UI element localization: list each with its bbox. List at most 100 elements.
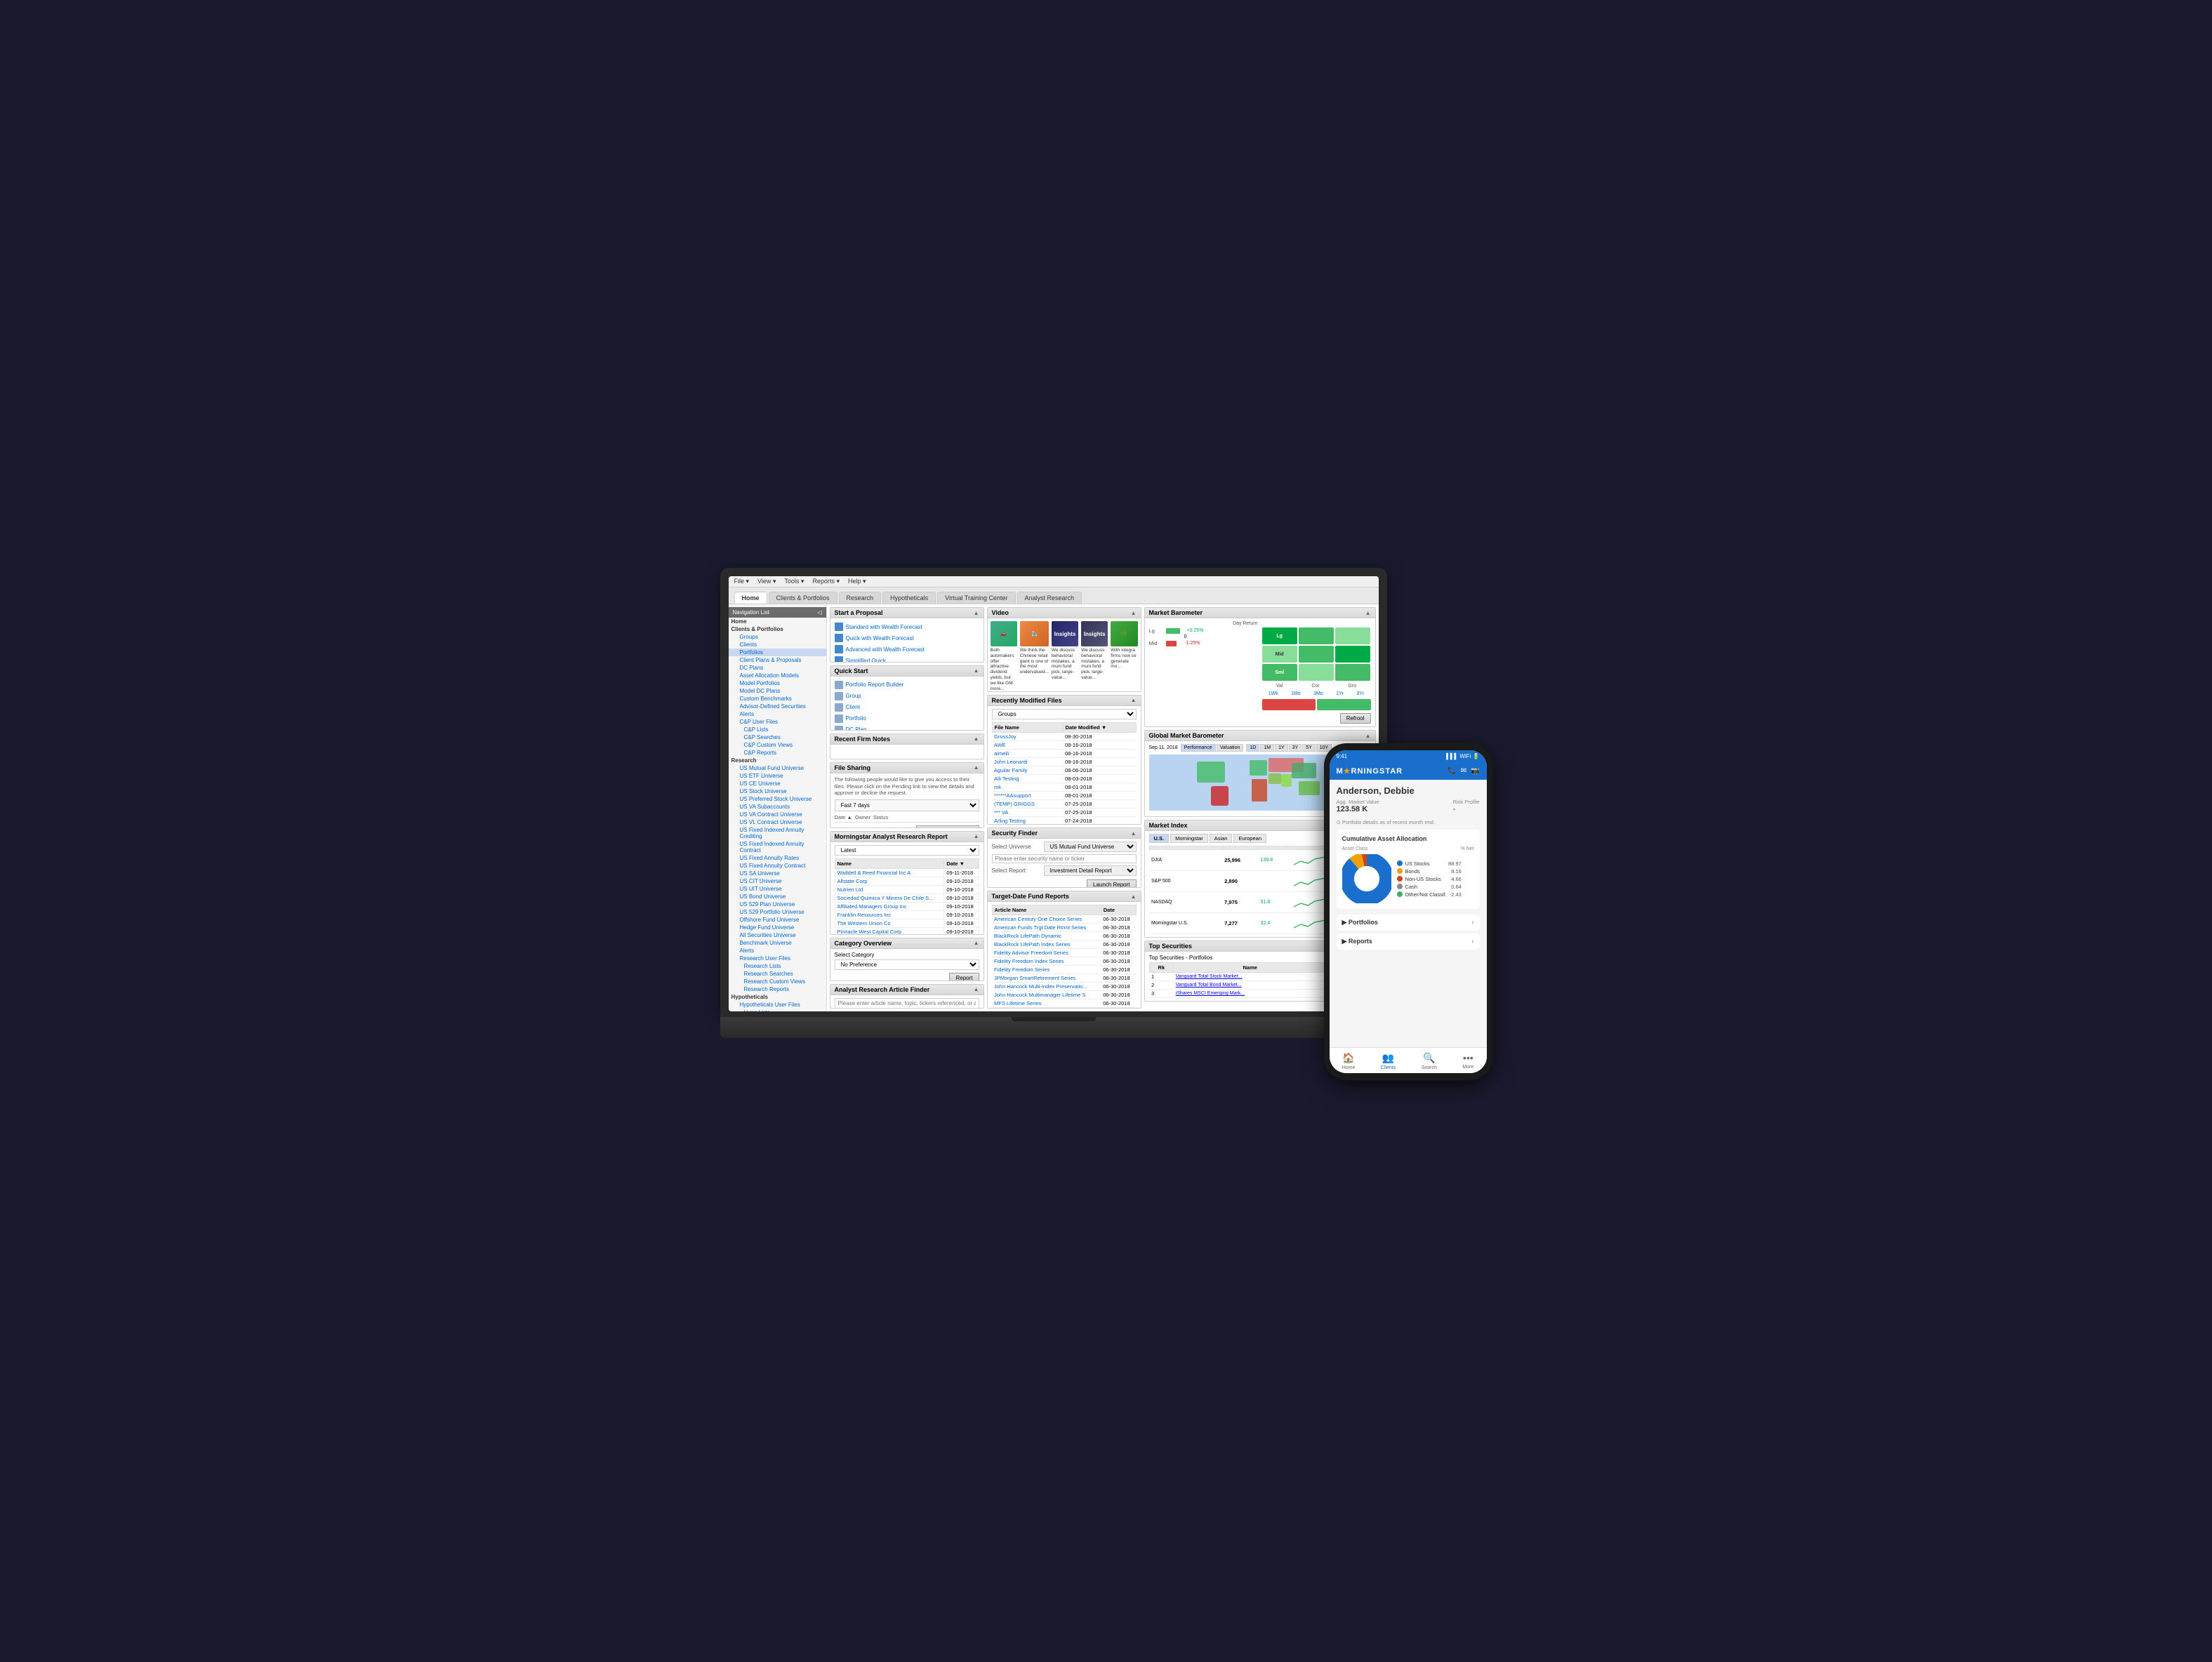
phone-nav-clients[interactable]: 👥 Clients <box>1381 1052 1396 1070</box>
sidebar-item-cnp[interactable]: Clients & Portfolios <box>729 625 826 633</box>
tdf-article-name[interactable]: Fidelity Freedom Series <box>992 966 1101 974</box>
quick-start-collapse[interactable]: ▲ <box>974 667 979 674</box>
sidebar-item-fixed-rates[interactable]: US Fixed Annuity Rates <box>729 854 826 862</box>
tdf-article-name[interactable]: Manning & Napier Target Series <box>992 1008 1101 1009</box>
analyst-name[interactable]: Sociedad Quimica Y Minera De Chile S... <box>835 893 944 902</box>
menu-reports[interactable]: Reports ▾ <box>812 578 840 585</box>
sidebar-item-uit[interactable]: US UIT Universe <box>729 885 826 893</box>
file-name[interactable]: GrossJoy <box>992 732 1063 740</box>
sidebar-item-stock-universe[interactable]: US Stock Universe <box>729 787 826 795</box>
analyst-report-collapse[interactable]: ▲ <box>974 833 979 839</box>
tdf-article-name[interactable]: MFS Lifetime Series <box>992 999 1101 1008</box>
gmb-time-3y[interactable]: 3Y <box>1289 744 1302 752</box>
sidebar-item-clients[interactable]: Clients <box>729 641 826 649</box>
sidebar-item-vl-contract[interactable]: US VL Contract Universe <box>729 818 826 826</box>
sidebar-item-cnp-user-files[interactable]: C&P User Files <box>729 718 826 726</box>
sidebar-item-sa-universe[interactable]: US SA Universe <box>729 870 826 877</box>
baro-1wk[interactable]: 1Wk <box>1269 691 1278 696</box>
sf-universe-select[interactable]: US Mutual Fund Universe <box>1044 842 1137 852</box>
baro-1mo[interactable]: 1Mo <box>1291 691 1301 696</box>
analyst-filter-select[interactable]: Latest <box>835 845 979 856</box>
gmb-tab-performance[interactable]: Performance <box>1181 744 1216 752</box>
file-name[interactable]: John Leonardi <box>992 757 1063 766</box>
ts-name[interactable]: Vanguard Total Bond Market... <box>1174 981 1327 990</box>
ts-name[interactable]: Vanguard Total Stock Market... <box>1174 973 1327 981</box>
video-more-1[interactable]: More ... <box>991 691 1017 692</box>
analyst-name[interactable]: The Western Union Co <box>835 919 944 927</box>
sidebar-item-custom-bench[interactable]: Custom Benchmarks <box>729 695 826 703</box>
baro-1yr[interactable]: 1Yr <box>1336 691 1344 696</box>
qs-dc-plan[interactable]: DC Plan <box>835 724 979 731</box>
sidebar-item-bond[interactable]: US Bond Universe <box>729 893 826 900</box>
analyst-name[interactable]: Allstate Corp <box>835 877 944 885</box>
qs-client[interactable]: Client <box>835 702 979 713</box>
tdf-article-name[interactable]: American Funds Trgt Date Rtrmt Series <box>992 924 1101 932</box>
file-sharing-collapse[interactable]: ▲ <box>974 764 979 771</box>
global-barometer-collapse[interactable]: ▲ <box>1365 733 1371 739</box>
sidebar-collapse-icon[interactable]: ◁ <box>817 609 821 616</box>
launch-file-sharing-button[interactable]: Launch File Sharing <box>916 825 979 828</box>
tab-analyst-research[interactable]: Analyst Research <box>1017 592 1082 604</box>
tdf-article-name[interactable]: JPMorgan SmartRetirement Series <box>992 974 1101 983</box>
tdf-article-name[interactable]: BlackRock LifePath Dynamic <box>992 932 1101 940</box>
sidebar-item-fia-contract[interactable]: US Fixed Indexed Annuity Contract <box>729 840 826 854</box>
video-thumb-4[interactable]: Insights We discuss behavioral mistakes,… <box>1081 621 1108 692</box>
ts-name[interactable]: iShares MSCI Emerging Mark... <box>1174 990 1327 998</box>
group-select-dropdown[interactable]: Groups <box>992 709 1137 719</box>
proposal-simplified[interactable]: Simplified Quick <box>835 655 979 663</box>
category-collapse[interactable]: ▲ <box>974 940 979 946</box>
article-finder-collapse[interactable]: ▲ <box>974 986 979 992</box>
sidebar-item-529-portfolio[interactable]: US 529 Portfolio Universe <box>729 908 826 916</box>
phone-nav-home[interactable]: 🏠 Home <box>1342 1052 1356 1070</box>
baro-3mo[interactable]: 3Mo <box>1313 691 1323 696</box>
sidebar-item-cnp-lists[interactable]: C&P Lists <box>729 726 826 733</box>
qs-group[interactable]: Group <box>835 691 979 702</box>
sidebar-item-res-searches[interactable]: Research Searches <box>729 970 826 978</box>
sidebar-item-hedge[interactable]: Hedge Fund Universe <box>729 924 826 931</box>
sidebar-item-dc-plans[interactable]: DC Plans <box>729 664 826 672</box>
sidebar-item-model-dc[interactable]: Model DC Plans <box>729 687 826 695</box>
file-name[interactable]: aimeili <box>992 749 1063 757</box>
tdf-article-name[interactable]: John Hancock Multi-Index Preservatio... <box>992 983 1101 991</box>
file-name[interactable]: AWE <box>992 740 1063 749</box>
mi-tab-asian[interactable]: Asian <box>1210 834 1233 843</box>
analyst-name[interactable]: Affiliated Managers Group Inc <box>835 902 944 910</box>
gmb-time-1m[interactable]: 1M <box>1260 744 1274 752</box>
sidebar-item-fia-crediting[interactable]: US Fixed Indexed Annuity Crediting <box>729 826 826 840</box>
sidebar-item-res-alerts[interactable]: Alerts <box>729 947 826 955</box>
sidebar-item-fixed-contract[interactable]: US Fixed Annuity Contract <box>729 862 826 870</box>
file-name[interactable]: Alli Testing <box>992 774 1063 783</box>
tdf-article-name[interactable]: John Hancock Multimanager Lifetime S <box>992 991 1101 999</box>
security-finder-collapse[interactable]: ▲ <box>1131 830 1137 837</box>
files-col-date[interactable]: Date Modified ▼ <box>1063 722 1136 732</box>
sidebar-item-alerts[interactable]: Alerts <box>729 710 826 718</box>
video-thumb-2[interactable]: 🏪 We think the Chinese retail giant is o… <box>1020 621 1049 692</box>
tab-virtual-training[interactable]: Virtual Training Center <box>937 592 1015 604</box>
start-proposal-collapse[interactable]: ▲ <box>974 610 979 616</box>
analyst-name[interactable]: Franklin Resources Inc <box>835 910 944 919</box>
baro-3yr[interactable]: 3Yr <box>1356 691 1364 696</box>
gmb-tab-valuation[interactable]: Valuation <box>1217 744 1244 752</box>
qs-portfolio-report[interactable]: Portfolio Report Builder <box>835 679 979 691</box>
menu-help[interactable]: Help ▾ <box>848 578 866 585</box>
gmb-time-5y[interactable]: 5Y <box>1302 744 1316 752</box>
proposal-quick[interactable]: Quick with Wealth Forecast <box>835 632 979 644</box>
tdf-article-name[interactable]: American Century One Choice Series <box>992 915 1101 924</box>
video-thumb-5[interactable]: 🌿 With integra firms now se generate mo.… <box>1111 621 1137 692</box>
category-report-button[interactable]: Report <box>949 973 979 981</box>
proposal-advanced[interactable]: Advanced with Wealth Forecast <box>835 644 979 655</box>
sidebar-item-cit[interactable]: US CIT Universe <box>729 877 826 885</box>
sidebar-item-client-plans[interactable]: Client Plans & Proposals <box>729 656 826 664</box>
launch-report-button[interactable]: Launch Report <box>1087 879 1136 888</box>
file-name[interactable]: ******AAsupport <box>992 791 1063 799</box>
tab-home[interactable]: Home <box>734 592 767 604</box>
mi-tab-european[interactable]: European <box>1233 834 1266 843</box>
sidebar-item-529-plan[interactable]: US 529 Plan Universe <box>729 900 826 908</box>
qs-portfolio[interactable]: Portfolio <box>835 713 979 724</box>
sidebar-item-res-reports[interactable]: Research Reports <box>729 985 826 993</box>
video-thumb-3[interactable]: Insights We discuss behavioral mistakes,… <box>1052 621 1078 692</box>
mi-tab-us[interactable]: U.S. <box>1149 834 1170 843</box>
sf-ticker-input[interactable] <box>992 854 1137 863</box>
tdf-article-name[interactable]: Fidelity Freedom Index Series <box>992 957 1101 966</box>
sf-report-select[interactable]: Investment Detail Report <box>1044 865 1137 876</box>
